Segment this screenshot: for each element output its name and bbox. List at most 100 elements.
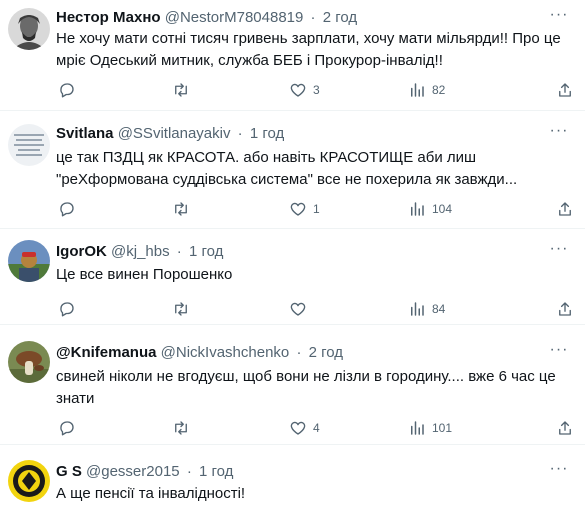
heart-icon — [290, 421, 306, 435]
separator-dot: · — [186, 463, 192, 480]
tweet-actions: 1 104 — [56, 199, 576, 219]
retweet-icon — [175, 83, 187, 97]
like-button[interactable]: 4 — [289, 418, 320, 438]
reply-tweet[interactable]: G S @gesser2015 · 1 год ··· А ще пенсії … — [0, 450, 585, 509]
more-options-button[interactable]: ··· — [547, 123, 571, 144]
author-name[interactable]: Нестор Махно — [56, 9, 161, 26]
view-count: 84 — [432, 302, 446, 316]
timestamp[interactable]: 2 год — [323, 9, 357, 26]
heart-icon — [290, 302, 306, 316]
reply-button[interactable] — [58, 80, 76, 100]
timestamp[interactable]: 1 год — [189, 243, 223, 260]
tweet-actions: 3 82 — [56, 80, 576, 100]
text-image-avatar-icon — [8, 124, 50, 166]
avatar[interactable] — [8, 460, 50, 502]
tweet-text: Це все винен Порошенко — [56, 266, 233, 283]
share-button[interactable] — [556, 299, 574, 319]
like-button[interactable] — [289, 299, 313, 319]
like-count: 3 — [313, 83, 320, 97]
tweet-text: це так ПЗДЦ як КРАСОТА. або навіть КРАСО… — [56, 149, 518, 188]
heart-icon — [290, 202, 306, 216]
share-icon — [559, 302, 571, 316]
share-button[interactable] — [556, 80, 574, 100]
reply-button[interactable] — [58, 299, 76, 319]
emblem-avatar-icon — [8, 460, 50, 502]
reply-icon — [60, 202, 74, 217]
tweet-header: Svitlana @SSvitlanayakiv · 1 год — [56, 124, 284, 144]
reply-tweet[interactable]: @Knifemanua @NickIvashchenko · 2 год ···… — [0, 331, 585, 445]
reply-tweet[interactable]: Нестор Махно @NestorM78048819 · 2 год ··… — [0, 0, 585, 111]
view-count: 104 — [432, 202, 453, 216]
timestamp[interactable]: 1 год — [199, 463, 233, 480]
tweet-text: свиней ніколи не вгодуєш, щоб вони не лі… — [56, 368, 556, 407]
retweet-button[interactable] — [172, 80, 190, 100]
share-icon — [559, 421, 571, 435]
author-handle[interactable]: @SSvitlanayakiv — [118, 125, 231, 142]
tweet-actions: 84 — [56, 299, 576, 319]
tweet-header: G S @gesser2015 · 1 год — [56, 462, 233, 482]
more-options-button[interactable]: ··· — [547, 461, 571, 482]
tweet-header: IgorOK @kj_hbs · 1 год — [56, 242, 223, 262]
tweet-text: Не хочу мати сотні тисяч гривень зарплат… — [56, 30, 561, 69]
analytics-icon — [411, 302, 424, 316]
analytics-icon — [411, 421, 424, 435]
views-button[interactable]: 82 — [408, 80, 445, 100]
landscape-avatar-icon — [8, 240, 50, 282]
analytics-icon — [411, 202, 424, 216]
tweet-actions: 4 101 — [56, 418, 576, 438]
avatar[interactable] — [8, 8, 50, 50]
retweet-button[interactable] — [172, 418, 190, 438]
share-icon — [559, 202, 571, 216]
author-name[interactable]: G S — [56, 463, 82, 480]
reply-tweet[interactable]: IgorOK @kj_hbs · 1 год ··· Це все винен … — [0, 232, 585, 325]
avatar[interactable] — [8, 240, 50, 282]
mushroom-avatar-icon — [8, 341, 50, 383]
retweet-icon — [175, 421, 187, 435]
more-options-button[interactable]: ··· — [547, 342, 571, 363]
retweet-button[interactable] — [172, 299, 190, 319]
author-handle[interactable]: @kj_hbs — [111, 243, 170, 260]
author-name[interactable]: IgorOK — [56, 243, 107, 260]
like-count: 4 — [313, 421, 320, 435]
retweet-icon — [175, 202, 187, 216]
separator-dot: · — [176, 243, 182, 260]
more-options-button[interactable]: ··· — [547, 241, 571, 262]
author-name[interactable]: Svitlana — [56, 125, 114, 142]
reply-icon — [60, 302, 74, 317]
reply-tweet[interactable]: Svitlana @SSvitlanayakiv · 1 год ··· це … — [0, 118, 585, 229]
tweet-header: Нестор Махно @NestorM78048819 · 2 год — [56, 8, 357, 28]
separator-dot: · — [310, 9, 316, 26]
timestamp[interactable]: 2 год — [309, 344, 343, 361]
author-handle[interactable]: @NestorM78048819 — [165, 9, 304, 26]
more-options-button[interactable]: ··· — [547, 7, 571, 28]
author-name[interactable]: @Knifemanua — [56, 344, 156, 361]
view-count: 101 — [432, 421, 453, 435]
separator-dot: · — [237, 125, 243, 142]
analytics-icon — [411, 83, 424, 97]
tweet-header: @Knifemanua @NickIvashchenko · 2 год — [56, 343, 343, 363]
reply-icon — [60, 421, 74, 436]
reply-button[interactable] — [58, 418, 76, 438]
author-handle[interactable]: @gesser2015 — [86, 463, 180, 480]
views-button[interactable]: 84 — [408, 299, 445, 319]
retweet-icon — [175, 302, 187, 316]
like-button[interactable]: 3 — [289, 80, 320, 100]
author-handle[interactable]: @NickIvashchenko — [161, 344, 290, 361]
share-button[interactable] — [556, 199, 574, 219]
tweet-text: А ще пенсії та інвалідності! — [56, 485, 246, 502]
views-button[interactable]: 104 — [408, 199, 452, 219]
timestamp[interactable]: 1 год — [250, 125, 284, 142]
avatar[interactable] — [8, 341, 50, 383]
view-count: 82 — [432, 83, 446, 97]
views-button[interactable]: 101 — [408, 418, 452, 438]
replies-feed: Нестор Махно @NestorM78048819 · 2 год ··… — [0, 0, 585, 509]
retweet-button[interactable] — [172, 199, 190, 219]
avatar[interactable] — [8, 124, 50, 166]
share-button[interactable] — [556, 418, 574, 438]
share-icon — [559, 83, 571, 97]
reply-button[interactable] — [58, 199, 76, 219]
like-count: 1 — [313, 202, 320, 216]
heart-icon — [290, 83, 306, 97]
like-button[interactable]: 1 — [289, 199, 320, 219]
portrait-avatar-icon — [8, 8, 50, 50]
